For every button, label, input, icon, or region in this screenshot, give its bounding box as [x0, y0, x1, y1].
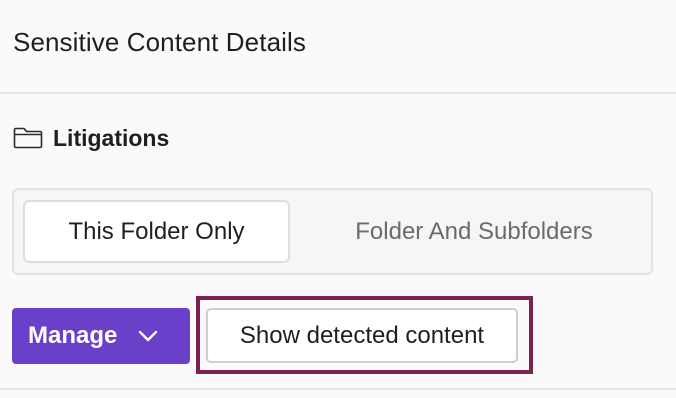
scope-option-folder-and-subfolders[interactable]: Folder And Subfolders: [304, 200, 644, 263]
divider: [0, 388, 676, 390]
chevron-down-icon: [135, 323, 161, 349]
panel-title: Sensitive Content Details: [13, 26, 306, 57]
panel-header: Sensitive Content Details: [0, 0, 676, 94]
manage-button-label: Manage: [28, 322, 118, 349]
folder-icon: [13, 127, 43, 149]
folder-row: Litigations: [13, 121, 169, 155]
show-detected-content-button[interactable]: Show detected content: [206, 308, 518, 363]
folder-name: Litigations: [53, 124, 170, 151]
scope-option-this-folder[interactable]: This Folder Only: [23, 200, 290, 263]
scope-toggle: This Folder Only Folder And Subfolders: [12, 188, 653, 275]
sensitive-content-panel: Sensitive Content Details Litigations Th…: [0, 0, 676, 398]
manage-button[interactable]: Manage: [12, 308, 190, 364]
